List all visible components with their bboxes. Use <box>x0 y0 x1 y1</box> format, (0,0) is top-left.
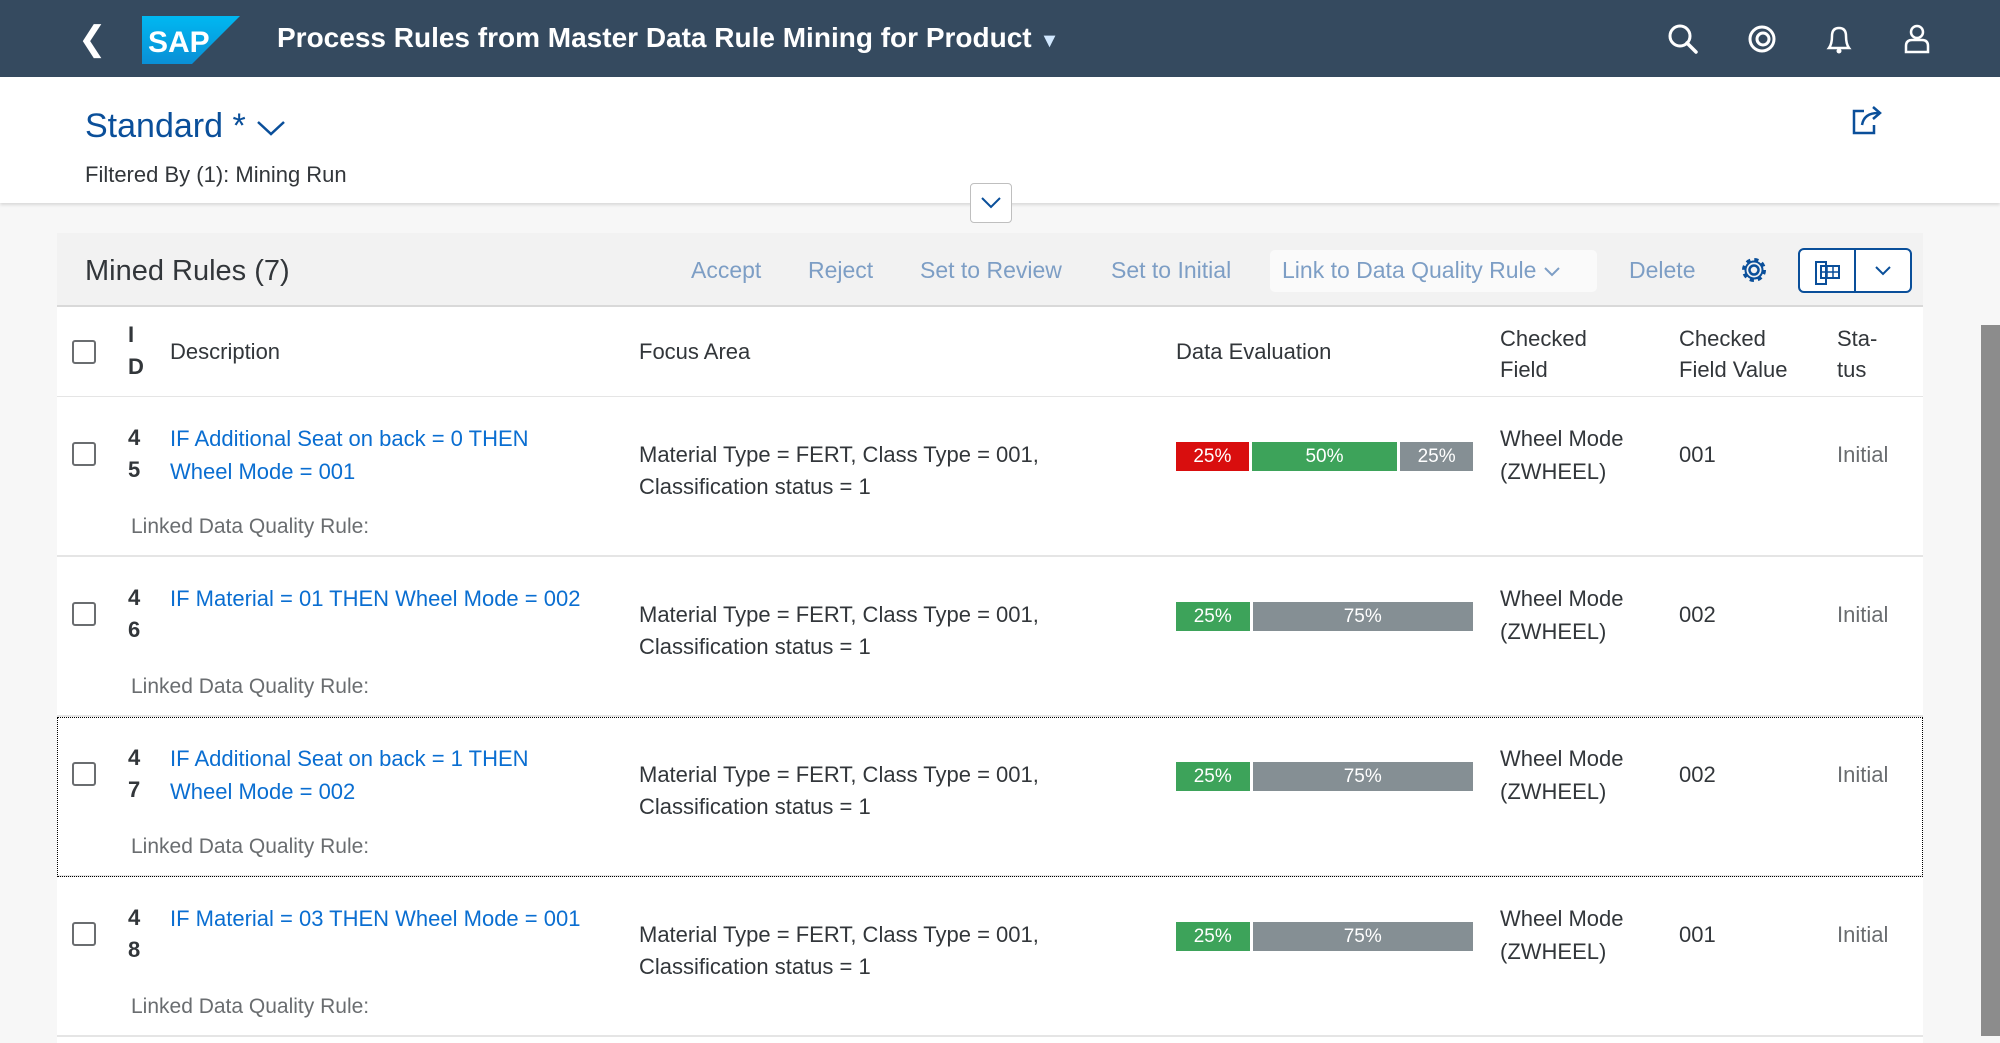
chevron-down-icon <box>256 121 285 136</box>
column-description[interactable]: Description <box>170 339 280 365</box>
column-checked-field[interactable]: Checked Field <box>1500 323 1620 385</box>
table-title: Mined Rules (7) <box>85 255 290 287</box>
export-spreadsheet-icon[interactable] <box>1800 250 1856 291</box>
checked-field: Wheel Mode (ZWHEEL) <box>1500 426 1624 484</box>
row-checkbox[interactable] <box>72 762 96 786</box>
app-title[interactable]: Process Rules from Master Data Rule Mini… <box>277 22 1059 54</box>
row-checkbox[interactable] <box>72 922 96 946</box>
table-toolbar: Mined Rules (7) Accept Reject Set to Rev… <box>57 233 1923 307</box>
set-to-review-button[interactable]: Set to Review <box>920 257 1062 284</box>
linked-data-quality-rule-label: Linked Data Quality Rule: <box>131 995 370 1018</box>
settings-gear-icon[interactable] <box>1739 255 1769 285</box>
scrollbar[interactable] <box>1981 325 2000 1036</box>
sap-logo: SAP <box>142 16 240 64</box>
accept-button[interactable]: Accept <box>691 257 761 284</box>
data-evaluation-bar: 25% 75% <box>1176 602 1473 631</box>
column-status[interactable]: Sta- tus <box>1837 323 1887 385</box>
table-row[interactable]: 4 5 IF Additional Seat on back = 0 THEN … <box>57 397 1923 557</box>
shell-bar: ❮ SAP Process Rules from Master Data Rul… <box>0 0 2000 77</box>
linked-data-quality-rule-label: Linked Data Quality Rule: <box>131 675 370 698</box>
mined-rules-table: Mined Rules (7) Accept Reject Set to Rev… <box>57 233 1923 1043</box>
variant-selector[interactable]: Standard * <box>85 107 286 146</box>
evaluation-segment: 25% <box>1176 602 1250 631</box>
data-evaluation-bar: 25% 50% 25% <box>1176 442 1473 471</box>
table-row[interactable]: 4 8 IF Material = 03 THEN Wheel Mode = 0… <box>57 877 1923 1037</box>
table-row[interactable]: 4 6 IF Material = 01 THEN Wheel Mode = 0… <box>57 557 1923 717</box>
search-icon[interactable] <box>1666 22 1700 56</box>
checked-field-value: 002 <box>1679 602 1716 627</box>
focus-area: Material Type = FERT, Class Type = 001, … <box>639 442 1039 499</box>
status: Initial <box>1837 602 1889 627</box>
collapse-header-button[interactable] <box>970 183 1012 223</box>
link-to-data-quality-rule-button[interactable]: Link to Data Quality Rule <box>1270 250 1597 292</box>
evaluation-segment: 25% <box>1176 762 1250 791</box>
back-icon[interactable]: ❮ <box>78 22 107 56</box>
row-checkbox[interactable] <box>72 442 96 466</box>
evaluation-segment: 75% <box>1252 922 1473 951</box>
share-icon[interactable] <box>1852 105 1884 135</box>
rule-description-link[interactable]: IF Material = 03 THEN Wheel Mode = 001 <box>170 902 590 935</box>
evaluation-segment: 50% <box>1251 442 1398 471</box>
checked-field-value: 001 <box>1679 442 1716 467</box>
delete-button[interactable]: Delete <box>1629 257 1695 284</box>
focus-area: Material Type = FERT, Class Type = 001, … <box>639 922 1039 979</box>
evaluation-segment: 25% <box>1176 442 1249 471</box>
svg-text:SAP: SAP <box>148 26 210 59</box>
rule-id: 4 6 <box>128 585 141 642</box>
chevron-down-icon <box>1544 267 1560 277</box>
evaluation-segment: 75% <box>1252 602 1473 631</box>
copilot-icon[interactable] <box>1745 22 1779 56</box>
status: Initial <box>1837 762 1889 787</box>
export-split-button[interactable] <box>1798 248 1912 293</box>
select-all-checkbox[interactable] <box>72 340 96 364</box>
evaluation-segment: 25% <box>1400 442 1473 471</box>
row-checkbox[interactable] <box>72 602 96 626</box>
status: Initial <box>1837 922 1889 947</box>
checked-field: Wheel Mode (ZWHEEL) <box>1500 746 1624 804</box>
column-id[interactable]: I D <box>128 319 148 383</box>
column-checked-field-value[interactable]: Checked Field Value <box>1679 323 1819 385</box>
caret-down-icon: ▼ <box>1039 30 1060 52</box>
chevron-down-icon <box>981 197 1001 209</box>
rule-id: 4 8 <box>128 905 141 962</box>
set-to-initial-button[interactable]: Set to Initial <box>1111 257 1231 284</box>
rule-description-link[interactable]: IF Material = 01 THEN Wheel Mode = 002 <box>170 582 590 615</box>
reject-button[interactable]: Reject <box>808 257 873 284</box>
linked-data-quality-rule-label: Linked Data Quality Rule: <box>131 835 370 858</box>
column-data-evaluation[interactable]: Data Evaluation <box>1176 339 1331 365</box>
rule-id: 4 5 <box>128 425 141 482</box>
evaluation-segment: 75% <box>1252 762 1473 791</box>
user-icon[interactable] <box>1900 22 1934 56</box>
column-focus-area[interactable]: Focus Area <box>639 339 750 365</box>
rule-description-link[interactable]: IF Additional Seat on back = 0 THEN Whee… <box>170 422 590 488</box>
data-evaluation-bar: 25% 75% <box>1176 922 1473 951</box>
linked-data-quality-rule-label: Linked Data Quality Rule: <box>131 515 370 538</box>
chevron-down-icon[interactable] <box>1856 250 1910 291</box>
checked-field: Wheel Mode (ZWHEEL) <box>1500 906 1624 964</box>
status: Initial <box>1837 442 1889 467</box>
checked-field-value: 002 <box>1679 762 1716 787</box>
data-evaluation-bar: 25% 75% <box>1176 762 1473 791</box>
checked-field: Wheel Mode (ZWHEEL) <box>1500 586 1624 644</box>
rule-id: 4 7 <box>128 745 141 802</box>
checked-field-value: 001 <box>1679 922 1716 947</box>
filter-summary: Filtered By (1): Mining Run <box>85 162 347 187</box>
column-header-row: I D Description Focus Area Data Evaluati… <box>57 307 1923 397</box>
table-row[interactable]: 4 7 IF Additional Seat on back = 1 THEN … <box>57 717 1923 877</box>
focus-area: Material Type = FERT, Class Type = 001, … <box>639 762 1039 819</box>
notification-bell-icon[interactable] <box>1822 22 1856 56</box>
rule-description-link[interactable]: IF Additional Seat on back = 1 THEN Whee… <box>170 742 590 808</box>
evaluation-segment: 25% <box>1176 922 1250 951</box>
focus-area: Material Type = FERT, Class Type = 001, … <box>639 602 1039 659</box>
